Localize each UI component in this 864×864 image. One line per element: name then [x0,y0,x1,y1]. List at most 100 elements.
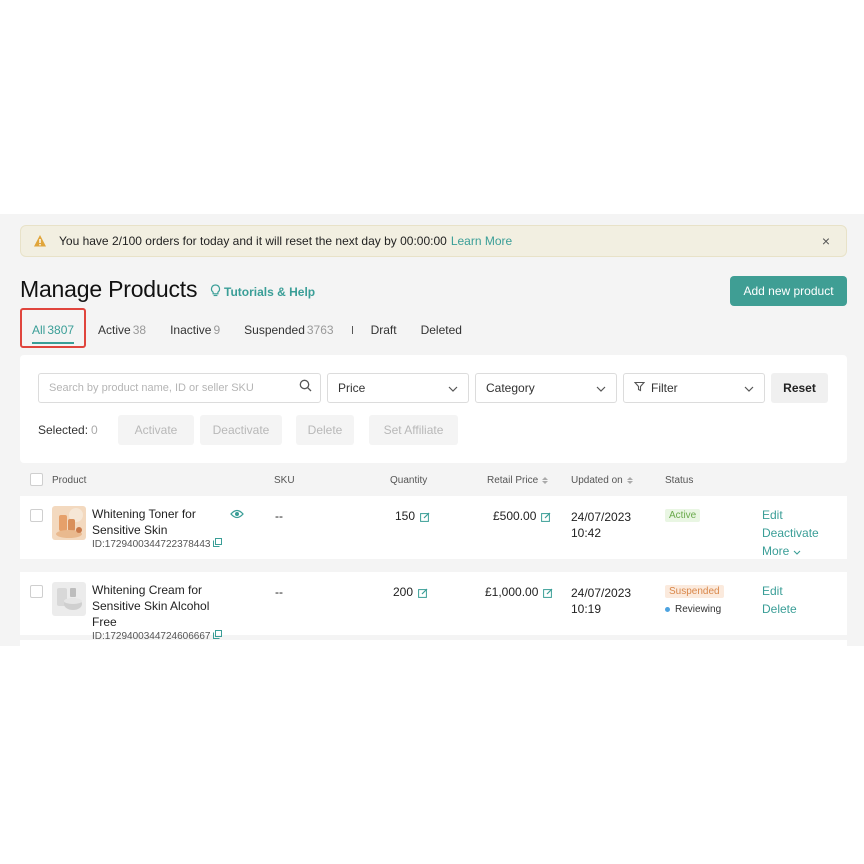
row-checkbox[interactable] [30,585,43,601]
row-actions: Edit Delete [762,582,797,618]
product-info: Whitening Toner for Sensitive Skin ID:17… [92,506,232,550]
page-title: Manage Products [20,276,198,302]
tutorials-label: Tutorials & Help [224,285,316,299]
selected-label: Selected: [38,423,89,437]
col-updated-on-label: Updated on [571,475,623,486]
product-name[interactable]: Whitening Cream for Sensitive Skin Alcoh… [92,582,232,630]
tab-active[interactable]: Active 38 [86,314,158,346]
chevron-down-icon [793,544,801,558]
deactivate-button[interactable]: Deactivate [200,415,282,445]
review-status: Reviewing [665,604,724,615]
row-checkbox[interactable] [30,509,43,525]
tab-divider [351,326,353,334]
deactivate-link[interactable]: Deactivate [762,524,819,542]
activate-button[interactable]: Activate [118,415,194,445]
checkbox[interactable] [30,509,43,522]
delete-button[interactable]: Delete [296,415,354,445]
col-sku: SKU [274,475,295,486]
delete-link[interactable]: Delete [762,600,797,618]
tab-all[interactable]: All 3807 [20,308,86,348]
tab-label: Suspended [244,323,305,337]
table-row-partial [20,640,847,646]
sort-icon [626,477,633,484]
price-value: £500.00 [493,509,537,523]
price-select[interactable]: Price [327,373,469,403]
tab-inactive[interactable]: Inactive 9 [158,314,232,346]
chevron-down-icon [744,381,754,395]
quantity-value: 150 [395,509,416,523]
product-info: Whitening Cream for Sensitive Skin Alcoh… [92,582,232,642]
sort-icon [542,477,549,484]
tutorials-help-link[interactable]: Tutorials & Help [210,284,315,300]
reset-button[interactable]: Reset [771,373,828,403]
updated-time: 10:42 [571,526,602,540]
filter-panel: Price Category Filter Reset Selected:0 A… [20,355,847,463]
tab-draft[interactable]: Draft [359,314,409,346]
sku-value: -- [275,585,283,599]
checkbox[interactable] [30,585,43,598]
learn-more-link[interactable]: Learn More [451,234,512,248]
updated-date: 24/07/2023 [571,510,632,524]
set-affiliate-button[interactable]: Set Affiliate [369,415,458,445]
price-value: £1,000.00 [485,585,539,599]
quantity-value: 200 [393,585,414,599]
table-header: Product SKU Quantity Retail Price Update… [20,465,847,495]
product-thumbnail[interactable] [52,506,86,540]
edit-price-icon[interactable] [543,588,553,598]
product-thumbnail[interactable] [52,582,86,616]
quantity-cell: 200 [393,585,428,599]
lightbulb-icon [210,284,221,300]
selected-count: Selected: 0 [38,423,98,437]
quantity-cell: 150 [395,509,430,523]
edit-quantity-icon[interactable] [420,512,430,522]
product-id: ID:1729400344722378443 [92,538,211,550]
more-label: More [762,544,790,558]
order-limit-notice: You have 2/100 orders for today and it w… [20,225,847,257]
tab-label: Deleted [420,323,462,337]
tab-count: 9 [213,323,221,337]
search-input[interactable] [49,382,299,394]
filter-label: Filter [651,381,678,395]
category-label: Category [486,381,535,395]
close-icon[interactable]: × [822,233,830,249]
product-name[interactable]: Whitening Toner for Sensitive Skin [92,506,232,538]
funnel-icon [633,381,646,395]
tab-label: Draft [370,323,397,337]
updated-time: 10:19 [571,602,602,616]
tab-deleted[interactable]: Deleted [409,314,474,346]
review-label: Reviewing [675,604,722,615]
col-updated-on[interactable]: Updated on [571,475,633,486]
filter-select[interactable]: Filter [623,373,765,403]
price-cell: £1,000.00 [485,585,553,599]
product-manager-app: You have 2/100 orders for today and it w… [0,214,864,646]
more-dropdown[interactable]: More [762,542,819,560]
updated-on: 24/07/2023 10:42 [571,509,631,541]
add-new-product-button[interactable]: Add new product [730,276,847,306]
edit-price-icon[interactable] [541,512,551,522]
sku-value: -- [275,509,283,523]
selected-number: 0 [91,423,98,437]
edit-link[interactable]: Edit [762,582,797,600]
tab-count: 3763 [306,323,334,337]
price-cell: £500.00 [493,509,551,523]
status-badge: Active [665,509,701,522]
notice-text: You have 2/100 orders for today and it w… [59,234,447,248]
tab-count: 3807 [47,323,75,337]
col-retail-price-label: Retail Price [487,475,539,486]
select-all-checkbox[interactable] [30,473,43,486]
edit-quantity-icon[interactable] [418,588,428,598]
search-icon[interactable] [299,379,312,397]
col-status: Status [665,475,694,486]
copy-icon[interactable] [213,538,223,550]
eye-icon[interactable] [230,508,244,522]
product-id-line: ID:1729400344722378443 [92,538,232,550]
chevron-down-icon [596,381,606,395]
tab-suspended[interactable]: Suspended 3763 [232,314,345,346]
edit-link[interactable]: Edit [762,506,819,524]
checkbox[interactable] [30,473,43,486]
table-row: Whitening Toner for Sensitive Skin ID:17… [20,496,847,559]
col-retail-price[interactable]: Retail Price [487,475,549,486]
tab-label: All [32,323,46,337]
updated-on: 24/07/2023 10:19 [571,585,631,617]
category-select[interactable]: Category [475,373,617,403]
